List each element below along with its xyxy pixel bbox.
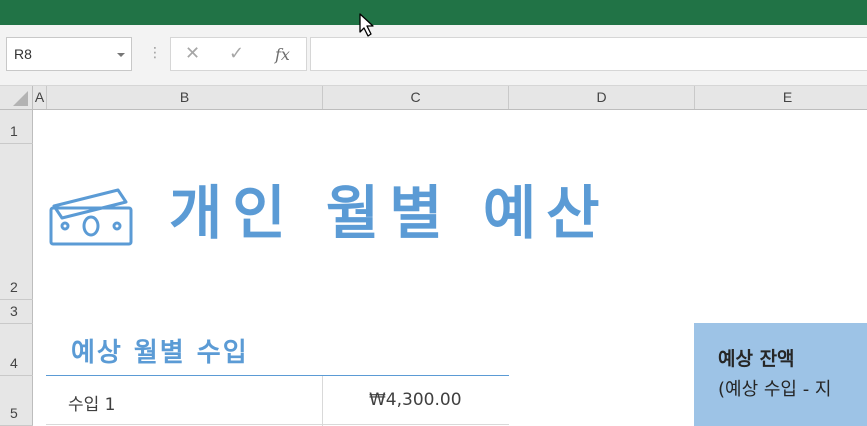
title-bar [0,0,867,25]
row-divider [46,424,509,425]
name-box[interactable]: R8 [6,37,132,71]
row-header-1[interactable]: 1 [0,110,33,144]
balance-subtitle: (예상 수입 - 지 [718,379,832,400]
section-underline [46,375,509,376]
cell-divider [322,376,323,426]
formula-input[interactable] [310,37,867,71]
formula-bar-separator: ⋮ [148,45,162,61]
column-header-b[interactable]: B [47,86,323,109]
row-headers: 1 2 3 4 5 [0,110,33,426]
name-box-value: R8 [14,46,32,62]
row-header-4[interactable]: 4 [0,324,33,376]
income-row-label[interactable]: 수입 1 [68,390,116,415]
row-header-2[interactable]: 2 [0,144,33,300]
money-bill-icon [49,188,133,246]
sheet-title: 개인 월별 예산 [169,179,610,247]
projected-balance-box[interactable]: 예상 잔액 (예상 수입 - 지 [694,323,867,426]
formula-buttons: ✕ ✓ fx [170,37,307,71]
chevron-down-icon[interactable] [117,53,125,57]
column-header-c[interactable]: C [323,86,509,109]
row-header-5[interactable]: 5 [0,376,33,426]
column-headers: A B C D E [0,86,867,110]
balance-title: 예상 잔액 [718,348,795,370]
sheet-grid[interactable]: 개인 월별 예산 예상 월별 수입 수입 1 ₩4,300.00 예상 잔액 (… [34,110,867,426]
income-row-value[interactable]: ₩4,300.00 [369,390,462,410]
enter-icon[interactable]: ✓ [229,44,244,64]
mouse-pointer-icon [359,13,374,37]
formula-bar: R8 ⋮ ✕ ✓ fx [0,25,867,86]
cancel-icon[interactable]: ✕ [185,44,200,64]
function-icon[interactable]: fx [275,45,290,65]
column-header-a[interactable]: A [33,86,47,109]
column-header-e[interactable]: E [695,86,867,109]
column-header-d[interactable]: D [509,86,695,109]
row-header-3[interactable]: 3 [0,300,33,324]
select-all-corner[interactable] [0,86,33,109]
income-section-title: 예상 월별 수입 [71,338,249,368]
